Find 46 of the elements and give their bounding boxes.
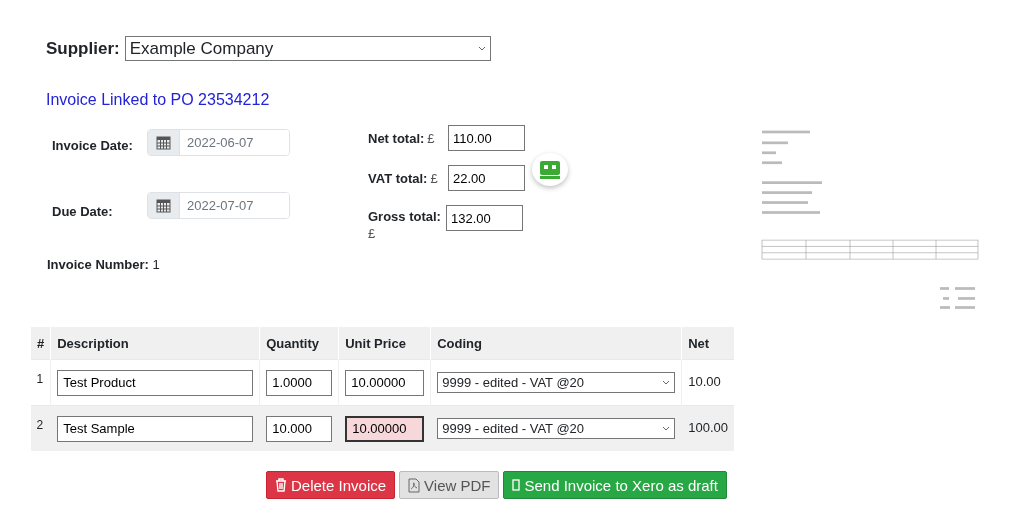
total-label: VAT total:	[368, 171, 428, 186]
coding-select[interactable]: 9999 - edited - VAT @20	[437, 418, 676, 439]
unit-price-input[interactable]: 10.00000	[345, 369, 425, 396]
date-field[interactable]: 2022-06-07	[147, 128, 290, 156]
row-number: 2	[30, 405, 51, 451]
column-header: #	[30, 327, 51, 360]
caret-icon	[662, 425, 671, 432]
invoice-number: Invoice Number: 1	[47, 257, 161, 272]
row-number: 1	[30, 359, 51, 406]
column-header: Quantity	[259, 327, 339, 360]
date-label: Due Date:	[52, 203, 114, 219]
total-input[interactable]: 132.00	[446, 205, 523, 231]
net-cell: 10.00	[681, 359, 734, 406]
currency-symbol: £	[427, 131, 435, 146]
column-header: Net	[681, 327, 734, 360]
date-label: Invoice Date:	[52, 137, 134, 153]
currency-symbol: £	[430, 171, 438, 186]
date-field[interactable]: 2022-07-07	[147, 191, 290, 219]
column-header: Description	[50, 327, 260, 360]
password-manager-icon[interactable]	[532, 153, 568, 186]
total-label: Net total:	[368, 131, 425, 146]
total-label: Gross total:	[368, 209, 441, 224]
quantity-input[interactable]: 1.0000	[266, 369, 333, 396]
supplier-label: Supplier:	[46, 38, 120, 59]
calendar-icon	[156, 197, 171, 213]
pdf-file-icon	[408, 477, 421, 493]
caret-icon	[662, 379, 671, 386]
calendar-icon	[156, 134, 171, 150]
supplier-select[interactable]: Example Company	[124, 36, 491, 61]
column-header: Unit Price	[338, 327, 431, 360]
unit-price-input[interactable]: 10.00000	[345, 415, 425, 442]
total-input[interactable]: 110.00	[448, 125, 525, 151]
description-input[interactable]: Test Product	[57, 369, 254, 396]
action-button[interactable]: Delete Invoice	[266, 471, 396, 499]
caret-icon	[477, 45, 486, 52]
action-button[interactable]: View PDF	[399, 471, 500, 499]
total-input[interactable]: 22.00	[448, 165, 525, 191]
column-header: Coding	[430, 327, 682, 360]
currency-symbol: £	[368, 226, 376, 241]
po-link[interactable]: Invoice Linked to PO 23534212	[46, 91, 1024, 109]
trash-icon	[275, 478, 287, 492]
coding-select[interactable]: 9999 - edited - VAT @20	[437, 372, 676, 393]
square-icon	[512, 479, 521, 491]
description-input[interactable]: Test Sample	[57, 415, 254, 442]
quantity-input[interactable]: 10.000	[266, 415, 333, 442]
net-cell: 100.00	[681, 405, 734, 451]
